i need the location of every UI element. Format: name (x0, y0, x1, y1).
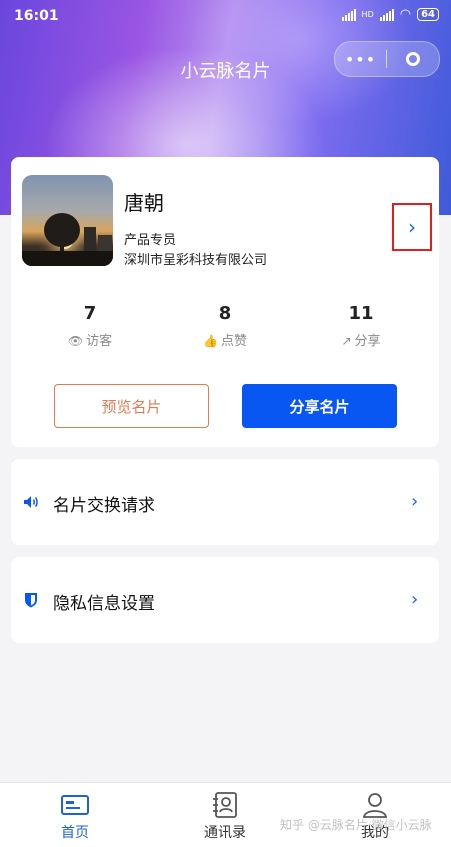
menu-item-exchange-requests[interactable]: 名片交换请求 › (11, 459, 439, 545)
more-icon[interactable]: ••• (335, 50, 386, 69)
tab-bar: 首页 通讯录 我的 (0, 782, 451, 847)
chevron-right-icon: › (411, 491, 419, 512)
stats-row: 7 👁 访客 8 👍 点赞 11 ↗ 分享 (11, 303, 439, 353)
stat-label: 分享 (354, 334, 381, 349)
share-card-button[interactable]: 分享名片 (242, 384, 397, 428)
tab-contacts[interactable]: 通讯录 (170, 783, 280, 847)
stat-label: 点赞 (220, 334, 247, 349)
watermark-text: 知乎 @云脉名片·微信小云脉 (280, 818, 432, 832)
stat-likes[interactable]: 8 👍 点赞 (165, 303, 285, 349)
contacts-icon (213, 792, 237, 818)
network-label: HD (361, 10, 374, 19)
profile-detail-button[interactable]: › (392, 203, 432, 251)
profile-name: 唐朝 (124, 191, 164, 215)
tab-label: 首页 (61, 825, 89, 841)
speaker-icon (24, 496, 38, 508)
shield-icon (25, 593, 37, 608)
share-icon: ↗ (341, 334, 352, 348)
menu-item-privacy-settings[interactable]: 隐私信息设置 › (11, 557, 439, 643)
target-icon (405, 52, 420, 66)
stat-shares[interactable]: 11 ↗ 分享 (301, 303, 421, 349)
chevron-right-icon: › (411, 589, 419, 610)
mini-program-capsule: ••• (334, 41, 440, 77)
menu-label: 名片交换请求 (53, 496, 155, 516)
close-button[interactable] (387, 52, 438, 66)
stat-value: 8 (218, 303, 232, 324)
tab-home[interactable]: 首页 (20, 783, 130, 847)
signal-icon-2 (379, 8, 394, 21)
profile-company: 深圳市呈彩科技有限公司 (124, 253, 268, 268)
status-time: 16:01 (14, 8, 59, 24)
card-icon (61, 795, 89, 815)
avatar[interactable] (22, 175, 113, 266)
tab-mine[interactable]: 我的 (320, 783, 430, 847)
thumbs-up-icon: 👍 (203, 334, 218, 348)
battery-icon: 64 (417, 8, 439, 21)
wifi-icon: ◠ (399, 6, 412, 22)
stat-visitors[interactable]: 7 👁 访客 (30, 303, 150, 349)
chevron-right-icon: › (408, 215, 416, 239)
stat-label: 访客 (86, 334, 113, 349)
person-icon (362, 793, 388, 818)
status-bar: 16:01 HD ◠ 64 (0, 0, 451, 32)
preview-card-button[interactable]: 预览名片 (54, 384, 209, 428)
profile-role: 产品专员 (124, 233, 177, 248)
stat-value: 11 (348, 303, 374, 324)
stat-value: 7 (83, 303, 97, 324)
eye-icon: 👁 (67, 334, 84, 348)
menu-label: 隐私信息设置 (53, 594, 155, 614)
profile-card: 唐朝 产品专员 深圳市呈彩科技有限公司 › 7 👁 访客 8 👍 点赞 11 ↗ 分享… (11, 157, 439, 447)
status-icons: HD ◠ 64 (341, 6, 439, 22)
tab-label: 通讯录 (204, 825, 246, 841)
signal-icon (341, 8, 356, 21)
